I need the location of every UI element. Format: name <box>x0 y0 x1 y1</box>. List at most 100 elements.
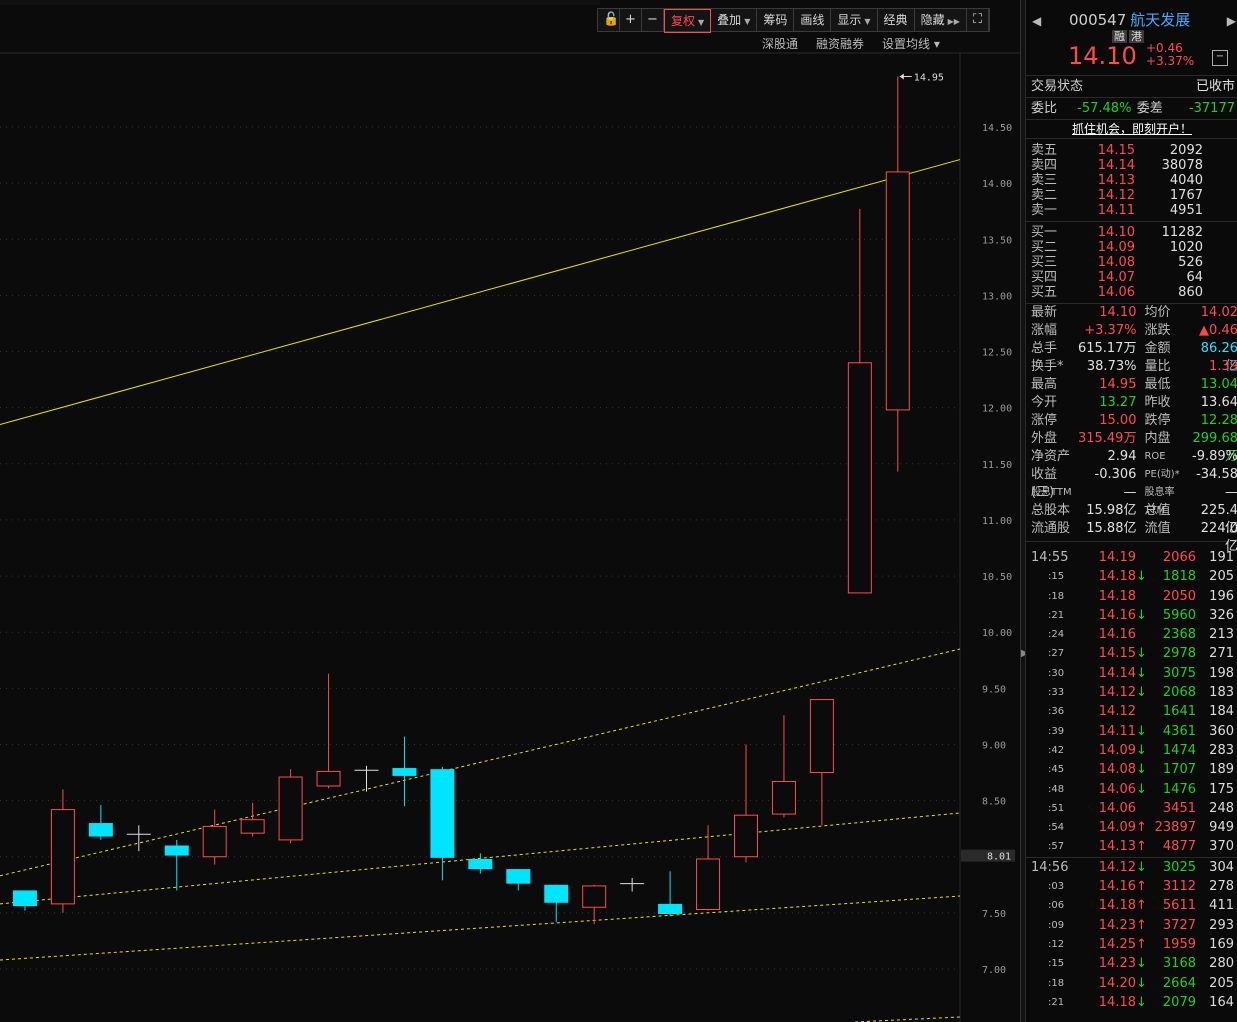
tick-row[interactable]: :27 14.15 ↓ 2978 271 <box>1026 644 1237 663</box>
orderbook-row[interactable]: 买一 14.10 11282 <box>1026 225 1237 240</box>
promo-link[interactable]: 抓住机会，即刻开户！ <box>1026 120 1237 139</box>
tick-time: :15 <box>1048 571 1065 583</box>
tick-row[interactable]: :18 14.18 2050 196 <box>1026 587 1237 606</box>
classic-button[interactable]: 经典 <box>878 9 915 31</box>
channel-line-low <box>0 895 961 961</box>
orderbook-row[interactable]: 卖二 14.12 1767 <box>1026 188 1237 203</box>
tick-row[interactable]: :21 14.16 ↓ 5960 326 <box>1026 606 1237 625</box>
candle-body <box>392 768 417 776</box>
stat-value: 299.68万 <box>1192 431 1237 464</box>
orderbook-price: 14.07 <box>1097 270 1135 285</box>
orderbook-volume: 526 <box>1178 255 1203 270</box>
tick-row[interactable]: :06 14.18 ↑ 5611 411 <box>1026 896 1237 915</box>
candle-body <box>278 776 303 841</box>
tick-row[interactable]: 14:56 14.12 ↓ 3025 304 <box>1026 856 1237 877</box>
y-tick-label: 14.50 <box>982 123 1012 134</box>
orderbook-row[interactable]: 卖四 14.14 38078 <box>1026 158 1237 173</box>
stock-title: 000547 航天发展 <box>1069 9 1190 30</box>
tick-row[interactable]: :30 14.14 ↓ 3075 198 <box>1026 664 1237 683</box>
collapse-button[interactable]: − <box>1212 50 1228 66</box>
orderbook-row[interactable]: 买二 14.09 1020 <box>1026 240 1237 255</box>
tick-count: 189 <box>1209 762 1234 778</box>
tick-time: :27 <box>1048 648 1065 660</box>
tick-volume: 3727 <box>1162 917 1196 933</box>
fullscreen-icon[interactable]: ⛶ <box>967 9 989 31</box>
stat-label: ROE <box>1144 451 1166 462</box>
shengutong-link[interactable]: 深股通 <box>762 35 798 52</box>
fuquan-button[interactable]: 复权 ▼ <box>664 9 712 33</box>
stat-value: 615.17万 <box>1077 341 1137 356</box>
kline-chart-area[interactable]: 14.50 14.00 13.50 13.00 12.50 12.00 11.50 11.00… <box>0 0 1020 1022</box>
tick-row[interactable]: :24 14.16 2368 213 <box>1026 625 1237 644</box>
stat-value: 15.00 <box>1099 413 1137 428</box>
prev-stock-icon[interactable]: ◀ <box>1032 14 1041 28</box>
tick-time: :36 <box>1048 706 1065 718</box>
tick-row[interactable]: :21 14.18 ↓ 2079 164 <box>1026 993 1237 1012</box>
tick-row[interactable]: :12 14.25 ↑ 1959 169 <box>1026 935 1237 954</box>
kline-chart[interactable]: 14.50 14.00 13.50 13.00 12.50 12.00 11.50 11.00… <box>0 0 1020 1022</box>
candle-body <box>88 823 113 837</box>
ma-settings-link[interactable]: 设置均线 ▾ <box>882 35 940 52</box>
chip-button[interactable]: 筹码 <box>757 9 795 31</box>
high-annotation-label: 14.95 <box>914 72 944 83</box>
orderbook-row[interactable]: 买五 14.06 860 <box>1026 285 1237 300</box>
tick-row[interactable]: :54 14.09 ↑ 23897 949 <box>1026 818 1237 837</box>
overlay-button[interactable]: 叠加 ▼ <box>711 9 758 31</box>
tick-row[interactable]: :03 14.16 ↑ 3112 278 <box>1026 877 1237 896</box>
tick-row[interactable]: :33 14.12 ↓ 2068 183 <box>1026 683 1237 702</box>
tick-row[interactable]: :45 14.08 ↓ 1707 189 <box>1026 760 1237 779</box>
channel-line-bottom <box>854 1016 961 1022</box>
tick-arrow-icon: ↑ <box>1136 879 1147 895</box>
stat-label: 总值 <box>1144 503 1171 518</box>
tick-count: 191 <box>1209 550 1234 565</box>
stat-value: 14.10 <box>1099 305 1137 320</box>
tick-row[interactable]: :09 14.23 ↑ 3727 293 <box>1026 916 1237 935</box>
tick-price: 14.09 <box>1098 820 1136 836</box>
stat-label: 收益(三) <box>1031 467 1058 500</box>
stock-name[interactable]: 航天发展 <box>1130 11 1190 29</box>
tick-volume: 1707 <box>1162 762 1196 778</box>
tick-row[interactable]: :51 14.06 3451 248 <box>1026 799 1237 818</box>
orderbook-row[interactable]: 买四 14.07 64 <box>1026 270 1237 285</box>
tick-price: 14.08 <box>1098 762 1136 778</box>
tick-row[interactable]: :15 14.18 ↓ 1818 205 <box>1026 567 1237 586</box>
orderbook-row[interactable]: 卖五 14.15 2092 <box>1026 143 1237 158</box>
tick-price: 14.15 <box>1098 646 1136 662</box>
orderbook-row[interactable]: 卖一 14.11 4951 <box>1026 203 1237 218</box>
zoom-in-icon[interactable]: + <box>620 9 642 31</box>
tick-price: 14.23 <box>1098 956 1136 972</box>
tick-list[interactable]: 14:55 14.19 2066 191:15 14.18 ↓ 1818 205:18 14.1… <box>1026 542 1237 1012</box>
stat-value: +3.37% <box>1084 323 1137 338</box>
hide-button[interactable]: 隐藏 ▶▶ <box>915 9 967 31</box>
zoom-out-icon[interactable]: − <box>642 9 664 31</box>
orderbook-row[interactable]: 卖三 14.13 4040 <box>1026 173 1237 188</box>
tick-row[interactable]: :42 14.09 ↓ 1474 283 <box>1026 741 1237 760</box>
display-button[interactable]: 显示 ▼ <box>831 9 878 31</box>
tick-row[interactable]: :18 14.20 ↓ 2664 205 <box>1026 974 1237 993</box>
draw-line-button[interactable]: 画线 <box>794 9 832 31</box>
tick-count: 271 <box>1209 646 1234 662</box>
tick-time: :12 <box>1048 938 1065 950</box>
tick-count: 213 <box>1209 627 1234 643</box>
tick-arrow-icon: ↓ <box>1136 646 1147 662</box>
tick-row[interactable]: :15 14.23 ↓ 3168 280 <box>1026 954 1237 973</box>
orderbook-row[interactable]: 买三 14.08 526 <box>1026 255 1237 270</box>
tick-volume: 2978 <box>1162 646 1196 662</box>
tick-count: 411 <box>1209 898 1234 914</box>
tick-row[interactable]: 14:55 14.19 2066 191 <box>1026 548 1237 567</box>
stat-value: 315.49万 <box>1077 431 1137 446</box>
unlock-icon[interactable]: 🔓 <box>598 9 620 31</box>
stat-label: 换手* <box>1031 359 1064 374</box>
stat-value: -34.58 <box>1196 467 1237 482</box>
tick-row[interactable]: :36 14.12 1641 184 <box>1026 702 1237 721</box>
tick-row[interactable]: :48 14.06 ↓ 1476 175 <box>1026 780 1237 799</box>
tick-arrow-icon: ↑ <box>1136 917 1147 933</box>
orderbook-price: 14.11 <box>1097 203 1135 218</box>
tick-count: 278 <box>1209 879 1234 895</box>
margin-trading-link[interactable]: 融资融券 <box>816 35 864 52</box>
tick-row[interactable]: :57 14.13 ↑ 4877 370 <box>1026 837 1237 856</box>
next-stock-icon[interactable]: ▶ <box>1227 14 1236 28</box>
tick-row[interactable]: :39 14.11 ↓ 4361 360 <box>1026 722 1237 741</box>
tick-arrow-icon <box>1136 548 1148 567</box>
y-tick-label: 13.50 <box>982 235 1012 246</box>
